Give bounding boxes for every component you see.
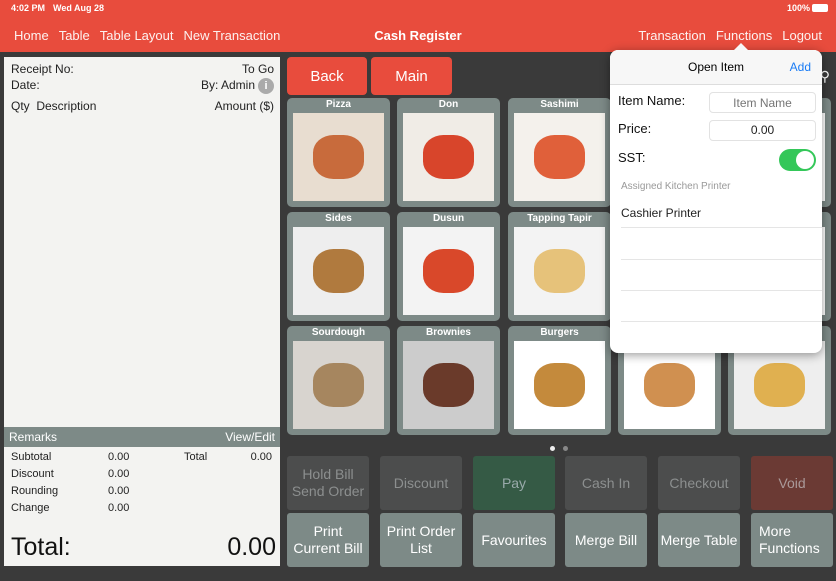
page-dot[interactable] [563, 446, 568, 451]
category-image [403, 341, 494, 429]
category-tile[interactable]: Sourdough [287, 326, 390, 435]
nav-transaction[interactable]: Transaction [638, 28, 705, 43]
nav-functions[interactable]: Functions [716, 28, 772, 43]
function-button[interactable]: Print Order List [380, 513, 462, 567]
category-tile[interactable]: Don [397, 98, 500, 207]
total-value: 0.00 [250, 451, 272, 463]
function-button[interactable]: More Functions [751, 513, 833, 567]
view-edit-link[interactable]: View/Edit [225, 430, 275, 444]
popup-title: Open Item [687, 60, 745, 74]
status-time: 4:02 PM [11, 3, 46, 13]
grand-total-label: Total: [11, 533, 71, 561]
main-button[interactable]: Main [371, 57, 452, 95]
category-label: Sashimi [540, 99, 579, 110]
category-label: Don [438, 99, 459, 110]
printer-header: Assigned Kitchen Printer [621, 181, 731, 192]
qty-header: Qty [11, 99, 30, 113]
battery-level: 100% [786, 3, 810, 13]
category-image [293, 113, 384, 201]
category-tile[interactable]: Dusun [397, 212, 500, 321]
subtotal-label: Subtotal [11, 451, 52, 463]
discount-value: 0.00 [108, 468, 130, 480]
total-label: Total [184, 451, 208, 463]
top-bar: 4:02 PM Wed Aug 28 100% Home Table Table L… [0, 0, 836, 52]
change-label: Change [11, 502, 50, 514]
category-image [514, 341, 605, 429]
amount-header: Amount ($) [214, 99, 274, 113]
discount-label: Discount [11, 468, 54, 480]
receipt-panel: Receipt No: To Go Date: By: Admin i Qty Des… [4, 57, 280, 566]
function-button[interactable]: Discount [380, 456, 462, 510]
category-image [734, 341, 825, 429]
category-label: Brownies [425, 327, 471, 338]
info-icon[interactable]: i [258, 78, 274, 94]
sst-label: SST: [618, 150, 646, 165]
sst-toggle[interactable] [779, 149, 816, 171]
category-image [514, 113, 605, 201]
category-image [403, 113, 494, 201]
category-tile[interactable]: Sides [287, 212, 390, 321]
function-button[interactable]: Pay [473, 456, 555, 510]
order-type[interactable]: To Go [242, 62, 274, 76]
grand-total-value: 0.00 [227, 533, 276, 561]
change-value: 0.00 [108, 502, 130, 514]
remarks-label: Remarks [9, 430, 58, 444]
function-button[interactable]: Merge Bill [565, 513, 647, 567]
item-name-label: Item Name: [618, 93, 686, 108]
nav-logout[interactable]: Logout [782, 28, 822, 43]
category-tile[interactable]: Burgers [508, 326, 611, 435]
description-header: Description [36, 99, 97, 113]
receipt-no-label: Receipt No: [11, 62, 74, 76]
cashier: By: Admin [200, 78, 255, 93]
category-label: Sourdough [311, 327, 366, 338]
category-image [293, 227, 384, 315]
subtotal-value: 0.00 [108, 451, 130, 463]
add-button[interactable]: Add [790, 50, 811, 85]
page-dot-active[interactable] [550, 446, 555, 451]
function-button[interactable]: Cash In [565, 456, 647, 510]
function-button[interactable]: Hold Bill Send Order [287, 456, 369, 510]
remarks-bar[interactable]: Remarks View/Edit [4, 427, 280, 447]
category-image [624, 341, 715, 429]
category-tile[interactable]: Tapping Tapir [508, 212, 611, 321]
function-button[interactable]: Print Current Bill [287, 513, 369, 567]
category-label: Dusun [432, 213, 465, 224]
open-item-popover: Open Item Add Item Name: Price: 0.00 SST… [610, 43, 822, 353]
rounding-label: Rounding [11, 485, 59, 497]
function-button[interactable]: Checkout [658, 456, 740, 510]
printer-option[interactable]: Cashier Printer [621, 206, 701, 220]
category-image [293, 341, 384, 429]
rounding-value: 0.00 [108, 485, 130, 497]
category-label: Burgers [540, 327, 579, 338]
status-date: Wed Aug 28 [53, 3, 105, 13]
nav-right: Transaction Functions Logout [638, 28, 832, 43]
price-input[interactable]: 0.00 [709, 120, 816, 141]
price-label: Price: [618, 121, 652, 136]
category-image [514, 227, 605, 315]
category-image [403, 227, 494, 315]
category-tile[interactable]: Brownies [397, 326, 500, 435]
category-label: Sides [325, 213, 352, 224]
category-tile[interactable]: Sashimi [508, 98, 611, 207]
date-label: Date: [11, 78, 40, 92]
item-name-input[interactable] [709, 92, 816, 113]
category-tile[interactable]: Pizza [287, 98, 390, 207]
function-button[interactable]: Void [751, 456, 833, 510]
function-button[interactable]: Favourites [473, 513, 555, 567]
back-button[interactable]: Back [287, 57, 367, 95]
category-label: Pizza [325, 99, 351, 110]
category-label: Tapping Tapir [527, 213, 592, 224]
battery-icon [812, 4, 828, 12]
function-button[interactable]: Merge Table [658, 513, 740, 567]
